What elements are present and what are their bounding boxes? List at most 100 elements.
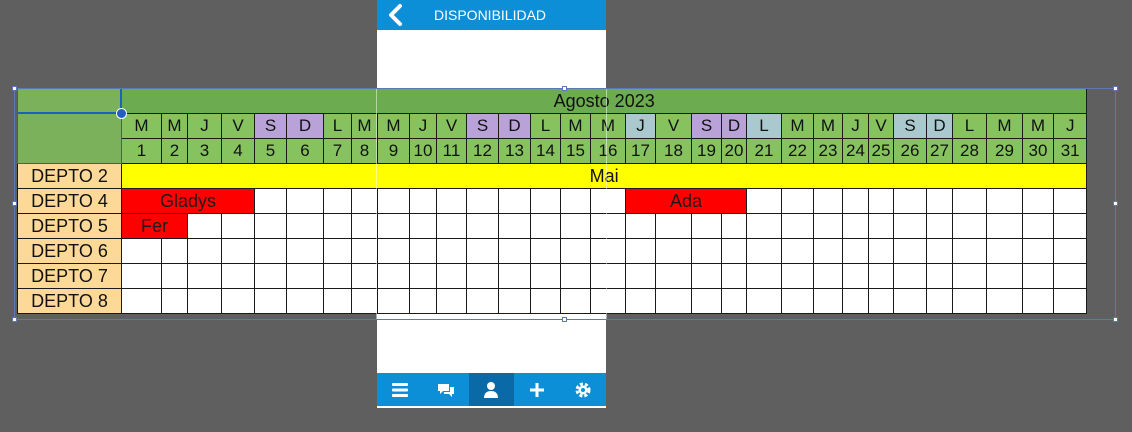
empty-cell[interactable] (952, 213, 987, 239)
empty-cell[interactable] (868, 213, 894, 239)
empty-cell[interactable] (221, 263, 255, 289)
empty-cell[interactable] (691, 238, 722, 264)
resize-handle-tr[interactable] (1113, 86, 1118, 91)
empty-cell[interactable] (323, 188, 352, 214)
booking-cell[interactable]: Ada (625, 188, 747, 214)
empty-cell[interactable] (655, 238, 692, 264)
resize-handle-b[interactable] (562, 317, 567, 322)
empty-cell[interactable] (530, 213, 561, 239)
empty-cell[interactable] (952, 263, 987, 289)
empty-cell[interactable] (842, 188, 869, 214)
empty-cell[interactable] (1052, 213, 1088, 239)
tab-add[interactable] (514, 373, 560, 406)
corner-cell[interactable] (17, 88, 122, 164)
empty-cell[interactable] (221, 213, 255, 239)
empty-cell[interactable] (721, 213, 747, 239)
empty-cell[interactable] (351, 238, 378, 264)
booking-cell[interactable]: Mai (120, 163, 1088, 189)
empty-cell[interactable] (590, 238, 626, 264)
tab-menu[interactable] (377, 373, 423, 406)
empty-cell[interactable] (286, 188, 324, 214)
empty-cell[interactable] (560, 213, 591, 239)
empty-cell[interactable] (625, 238, 656, 264)
empty-cell[interactable] (254, 288, 287, 314)
resize-handle-bl[interactable] (12, 317, 17, 322)
empty-cell[interactable] (986, 213, 1023, 239)
empty-cell[interactable] (498, 238, 531, 264)
empty-cell[interactable] (560, 238, 591, 264)
empty-cell[interactable] (691, 263, 722, 289)
empty-cell[interactable] (625, 263, 656, 289)
empty-cell[interactable] (254, 188, 287, 214)
empty-cell[interactable] (926, 238, 953, 264)
empty-cell[interactable] (868, 288, 894, 314)
empty-cell[interactable] (351, 188, 378, 214)
empty-cell[interactable] (1022, 188, 1054, 214)
resize-handle-tl[interactable] (12, 86, 17, 91)
empty-cell[interactable] (590, 263, 626, 289)
empty-cell[interactable] (560, 288, 591, 314)
resize-handle-l[interactable] (12, 201, 17, 206)
tab-settings[interactable] (560, 373, 606, 406)
empty-cell[interactable] (625, 213, 656, 239)
empty-cell[interactable] (377, 288, 410, 314)
empty-cell[interactable] (323, 213, 352, 239)
resize-handle-r[interactable] (1113, 201, 1118, 206)
empty-cell[interactable] (254, 238, 287, 264)
empty-cell[interactable] (221, 238, 255, 264)
empty-cell[interactable] (952, 288, 987, 314)
empty-cell[interactable] (781, 238, 814, 264)
empty-cell[interactable] (286, 263, 324, 289)
empty-cell[interactable] (161, 263, 188, 289)
empty-cell[interactable] (813, 238, 843, 264)
empty-cell[interactable] (323, 238, 352, 264)
empty-cell[interactable] (868, 263, 894, 289)
empty-cell[interactable] (691, 288, 722, 314)
empty-cell[interactable] (323, 288, 352, 314)
empty-cell[interactable] (1052, 238, 1088, 264)
empty-cell[interactable] (161, 238, 188, 264)
empty-cell[interactable] (1022, 288, 1054, 314)
empty-cell[interactable] (498, 288, 531, 314)
empty-cell[interactable] (590, 213, 626, 239)
empty-cell[interactable] (746, 213, 782, 239)
empty-cell[interactable] (409, 188, 437, 214)
empty-cell[interactable] (121, 288, 162, 314)
empty-cell[interactable] (560, 188, 591, 214)
empty-cell[interactable] (721, 238, 747, 264)
empty-cell[interactable] (1052, 263, 1088, 289)
empty-cell[interactable] (813, 188, 843, 214)
empty-cell[interactable] (377, 213, 410, 239)
empty-cell[interactable] (590, 288, 626, 314)
empty-cell[interactable] (986, 238, 1023, 264)
empty-cell[interactable] (746, 288, 782, 314)
empty-cell[interactable] (161, 288, 188, 314)
empty-cell[interactable] (842, 288, 869, 314)
empty-cell[interactable] (868, 238, 894, 264)
booking-cell[interactable]: Gladys (121, 188, 255, 214)
empty-cell[interactable] (466, 213, 499, 239)
empty-cell[interactable] (187, 288, 222, 314)
empty-cell[interactable] (842, 263, 869, 289)
empty-cell[interactable] (530, 188, 561, 214)
empty-cell[interactable] (986, 288, 1023, 314)
empty-cell[interactable] (187, 213, 222, 239)
empty-cell[interactable] (466, 263, 499, 289)
empty-cell[interactable] (377, 263, 410, 289)
empty-cell[interactable] (813, 213, 843, 239)
empty-cell[interactable] (323, 263, 352, 289)
empty-cell[interactable] (436, 263, 467, 289)
empty-cell[interactable] (377, 238, 410, 264)
empty-cell[interactable] (926, 263, 953, 289)
tab-chat[interactable] (423, 373, 469, 406)
empty-cell[interactable] (466, 238, 499, 264)
empty-cell[interactable] (409, 288, 437, 314)
back-button[interactable] (385, 3, 409, 27)
empty-cell[interactable] (436, 288, 467, 314)
empty-cell[interactable] (530, 288, 561, 314)
empty-cell[interactable] (986, 263, 1023, 289)
empty-cell[interactable] (781, 263, 814, 289)
empty-cell[interactable] (926, 213, 953, 239)
empty-cell[interactable] (746, 263, 782, 289)
empty-cell[interactable] (655, 288, 692, 314)
